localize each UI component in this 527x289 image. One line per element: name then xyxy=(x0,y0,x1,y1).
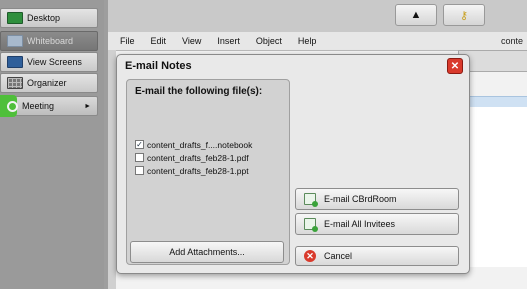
sidebar-item-label: Whiteboard xyxy=(27,36,74,46)
grid-icon xyxy=(7,77,23,89)
meeting-icon xyxy=(7,100,18,112)
button-label: E-mail CBrdRoom xyxy=(324,194,397,204)
desktop-icon xyxy=(7,12,23,24)
app-top-bar: ▲ ⚷ xyxy=(108,0,527,32)
sidebar-item-meeting[interactable]: Meeting ► xyxy=(0,95,98,117)
file-name: content_drafts_f....notebook xyxy=(147,139,253,150)
checkbox[interactable] xyxy=(135,153,144,162)
sidebar-item-view-screens[interactable]: View Screens xyxy=(0,52,98,72)
sidebar-item-label: Meeting xyxy=(22,101,55,111)
menu-edit[interactable]: Edit xyxy=(151,36,167,46)
cancel-button[interactable]: ✕ Cancel xyxy=(295,246,459,266)
email-icon xyxy=(304,193,318,207)
list-item[interactable]: ✓ content_drafts_f....notebook xyxy=(135,138,252,151)
menu-view[interactable]: View xyxy=(182,36,201,46)
button-label: E-mail All Invitees xyxy=(324,219,396,229)
toolbar-button[interactable]: ⚷ xyxy=(443,4,485,26)
email-cbrdroom-button[interactable]: E-mail CBrdRoom xyxy=(295,188,459,210)
whiteboard-icon xyxy=(7,35,23,47)
file-name: content_drafts_feb28-1.ppt xyxy=(147,165,249,176)
list-item[interactable]: content_drafts_feb28-1.ppt xyxy=(135,164,252,177)
monitor-icon xyxy=(7,56,23,68)
side-panel xyxy=(108,50,116,289)
sidebar-item-label: Organizer xyxy=(27,78,67,88)
file-group: E-mail the following file(s): ✓ content_… xyxy=(126,79,290,265)
list-item[interactable]: content_drafts_feb28-1.pdf xyxy=(135,151,252,164)
toolbar-button[interactable]: ▲ xyxy=(395,4,437,26)
menu-right-text: conte xyxy=(500,36,523,46)
menu-object[interactable]: Object xyxy=(256,36,282,46)
add-attachments-button[interactable]: Add Attachments... xyxy=(130,241,284,263)
checkbox[interactable]: ✓ xyxy=(135,140,144,149)
menu-bar: File Edit View Insert Object Help conte xyxy=(108,32,527,51)
menu-insert[interactable]: Insert xyxy=(217,36,240,46)
close-icon[interactable]: ✕ xyxy=(447,58,463,74)
file-list: ✓ content_drafts_f....notebook content_d… xyxy=(135,138,252,177)
sidebar: Desktop Whiteboard View Screens Organize… xyxy=(0,0,104,289)
sidebar-item-label: Desktop xyxy=(27,13,61,23)
button-label: Cancel xyxy=(324,251,353,261)
email-all-invitees-button[interactable]: E-mail All Invitees xyxy=(295,213,459,235)
key-icon: ⚷ xyxy=(459,9,469,22)
dialog-title: E-mail Notes xyxy=(125,60,192,72)
file-name: content_drafts_feb28-1.pdf xyxy=(147,152,249,163)
checkbox[interactable] xyxy=(135,166,144,175)
email-notes-dialog: E-mail Notes ✕ E-mail the following file… xyxy=(116,54,470,274)
sidebar-item-label: View Screens xyxy=(27,57,82,67)
group-title: E-mail the following file(s): xyxy=(135,86,263,97)
cancel-icon: ✕ xyxy=(304,250,316,262)
hat-icon: ▲ xyxy=(410,9,422,21)
sidebar-item-organizer[interactable]: Organizer xyxy=(0,73,98,93)
sidebar-item-desktop[interactable]: Desktop xyxy=(0,8,98,28)
menu-file[interactable]: File xyxy=(120,36,135,46)
chevron-right-icon: ► xyxy=(84,102,91,110)
email-icon xyxy=(304,218,318,232)
menu-help[interactable]: Help xyxy=(298,36,317,46)
sidebar-item-whiteboard[interactable]: Whiteboard xyxy=(0,31,98,51)
